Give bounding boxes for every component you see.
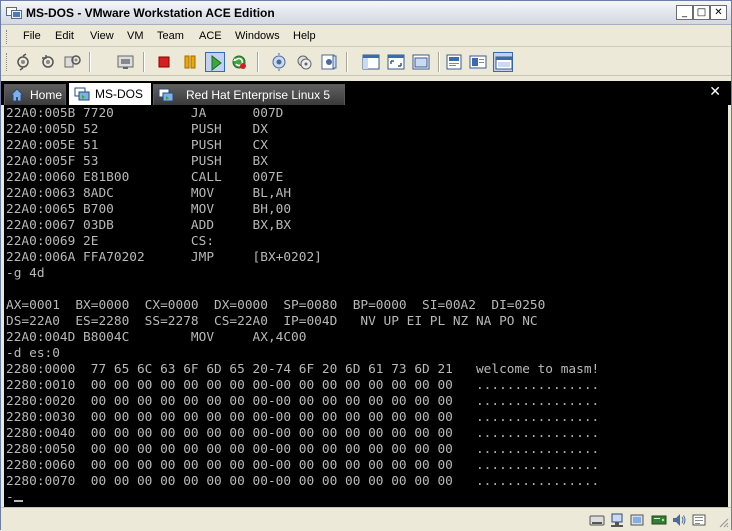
console-line: 22A0:005D 52 PUSH DX <box>6 122 268 137</box>
console-line: 22A0:006A FFA70202 JMP [BX+0202] <box>6 250 322 265</box>
sidebar-toggle-icon[interactable] <box>361 52 381 72</box>
vm-icon <box>158 87 174 103</box>
console-line: - <box>6 490 726 506</box>
resize-grip-icon[interactable] <box>717 516 729 528</box>
menu-windows[interactable]: Windows <box>235 30 280 42</box>
toolbar-separator <box>257 52 258 72</box>
close-tab-icon[interactable]: ✕ <box>709 84 721 100</box>
menu-vm[interactable]: VM <box>127 30 144 42</box>
summary-view-icon[interactable] <box>444 52 464 72</box>
console-line: 22A0:005B 7720 JA 007D <box>6 106 284 121</box>
floppy-drive-icon[interactable] <box>589 512 605 528</box>
console-line: AX=0001 BX=0000 CX=0000 DX=0000 SP=0080 … <box>6 298 546 313</box>
toolbar-separator <box>438 52 439 72</box>
console-line: 2280:0000 77 65 6C 63 6F 6D 65 20-74 6F … <box>6 362 600 377</box>
vmware-window: MS-DOS - VMware Workstation ACE Edition … <box>0 0 732 530</box>
hard-disk-icon[interactable] <box>651 512 667 528</box>
console-line: 22A0:005E 51 PUSH CX <box>6 138 268 153</box>
clone-icon[interactable] <box>294 52 314 72</box>
title-bar[interactable]: MS-DOS - VMware Workstation ACE Edition … <box>1 1 731 25</box>
menu-ace[interactable]: ACE <box>199 30 222 42</box>
vm-console-screen[interactable]: 22A0:005B 7720 JA 007D 22A0:005D 52 PUSH … <box>4 105 728 507</box>
network-adapter-icon[interactable] <box>609 512 625 528</box>
console-line: 22A0:005F 53 PUSH BX <box>6 154 268 169</box>
menu-team[interactable]: Team <box>157 30 184 42</box>
send-ctrl-alt-del-icon[interactable] <box>116 52 136 72</box>
toolbar-separator <box>89 52 90 72</box>
quick-switch-icon[interactable] <box>411 52 431 72</box>
console-line: 22A0:0060 E81B00 CALL 007E <box>6 170 284 185</box>
maximize-button[interactable]: □ <box>693 5 710 20</box>
console-line: 22A0:0065 B700 MOV BH,00 <box>6 202 292 217</box>
console-line: 22A0:0067 03DB ADD BX,BX <box>6 218 292 233</box>
suspend-icon[interactable] <box>180 52 200 72</box>
console-line: 22A0:0069 2E CS: <box>6 234 215 249</box>
window-title: MS-DOS - VMware Workstation ACE Edition <box>26 6 275 20</box>
close-button[interactable]: ✕ <box>710 5 727 20</box>
status-bar <box>1 507 731 530</box>
tab-home[interactable]: Home <box>4 84 66 105</box>
console-line: 22A0:0063 8ADC MOV BL,AH <box>6 186 292 201</box>
vm-icon <box>74 86 90 102</box>
toolbar-grip[interactable] <box>6 53 9 71</box>
tab-home-label: Home <box>30 88 63 102</box>
snapshot-manager-icon[interactable] <box>62 52 82 72</box>
tabs-view-icon[interactable] <box>493 52 513 72</box>
snapshot-take-icon[interactable] <box>14 52 34 72</box>
tab-ms-dos[interactable]: MS-DOS <box>69 83 151 105</box>
menu-view[interactable]: View <box>90 30 114 42</box>
console-line: -d es:0 <box>6 346 60 361</box>
menu-bar: File Edit View VM Team ACE Windows Help <box>1 26 731 47</box>
toolbar-separator <box>143 52 144 72</box>
console-line: DS=22A0 ES=2280 SS=2278 CS=22A0 IP=004D … <box>6 314 538 329</box>
console-line: 2280:0040 00 00 00 00 00 00 00 00-00 00 … <box>6 426 600 441</box>
team-icon[interactable] <box>269 52 289 72</box>
console-line: 2280:0030 00 00 00 00 00 00 00 00-00 00 … <box>6 410 600 425</box>
menu-grip[interactable] <box>6 30 9 44</box>
message-log-icon[interactable] <box>691 512 707 528</box>
usb-device-icon[interactable] <box>629 512 645 528</box>
menu-help[interactable]: Help <box>293 30 316 42</box>
toolbar <box>1 48 731 76</box>
console-line: 2280:0020 00 00 00 00 00 00 00 00-00 00 … <box>6 394 600 409</box>
console-line: 2280:0070 00 00 00 00 00 00 00 00-00 00 … <box>6 474 600 489</box>
console-line: -g 4d <box>6 266 45 281</box>
vmware-app-icon <box>6 5 22 21</box>
tab-bar: Home MS-DOS Red Hat Enterprise Linux 5 ✕ <box>1 81 731 105</box>
fullscreen-icon[interactable] <box>386 52 406 72</box>
tab-ms-dos-label: MS-DOS <box>95 87 143 101</box>
menu-file[interactable]: File <box>23 30 41 42</box>
sound-icon[interactable] <box>671 512 687 528</box>
power-off-icon[interactable] <box>154 52 174 72</box>
toolbar-separator <box>346 52 347 72</box>
preferences-icon[interactable] <box>319 52 339 72</box>
menu-edit[interactable]: Edit <box>55 30 74 42</box>
console-line: 22A0:004D B8004C MOV AX,4C00 <box>6 330 307 345</box>
power-on-icon[interactable] <box>205 52 225 72</box>
reset-icon[interactable] <box>229 52 249 72</box>
console-view-icon[interactable] <box>468 52 488 72</box>
home-icon <box>9 87 25 103</box>
text-cursor <box>13 500 23 502</box>
tab-red-hat-enterprise-linux-5[interactable]: Red Hat Enterprise Linux 5 <box>153 84 345 105</box>
minimize-button[interactable]: _ <box>676 5 693 20</box>
tab-rhel-label: Red Hat Enterprise Linux 5 <box>186 88 331 102</box>
console-line: 2280:0060 00 00 00 00 00 00 00 00-00 00 … <box>6 458 600 473</box>
console-line: 2280:0050 00 00 00 00 00 00 00 00-00 00 … <box>6 442 600 457</box>
snapshot-revert-icon[interactable] <box>38 52 58 72</box>
console-line: 2280:0010 00 00 00 00 00 00 00 00-00 00 … <box>6 378 600 393</box>
